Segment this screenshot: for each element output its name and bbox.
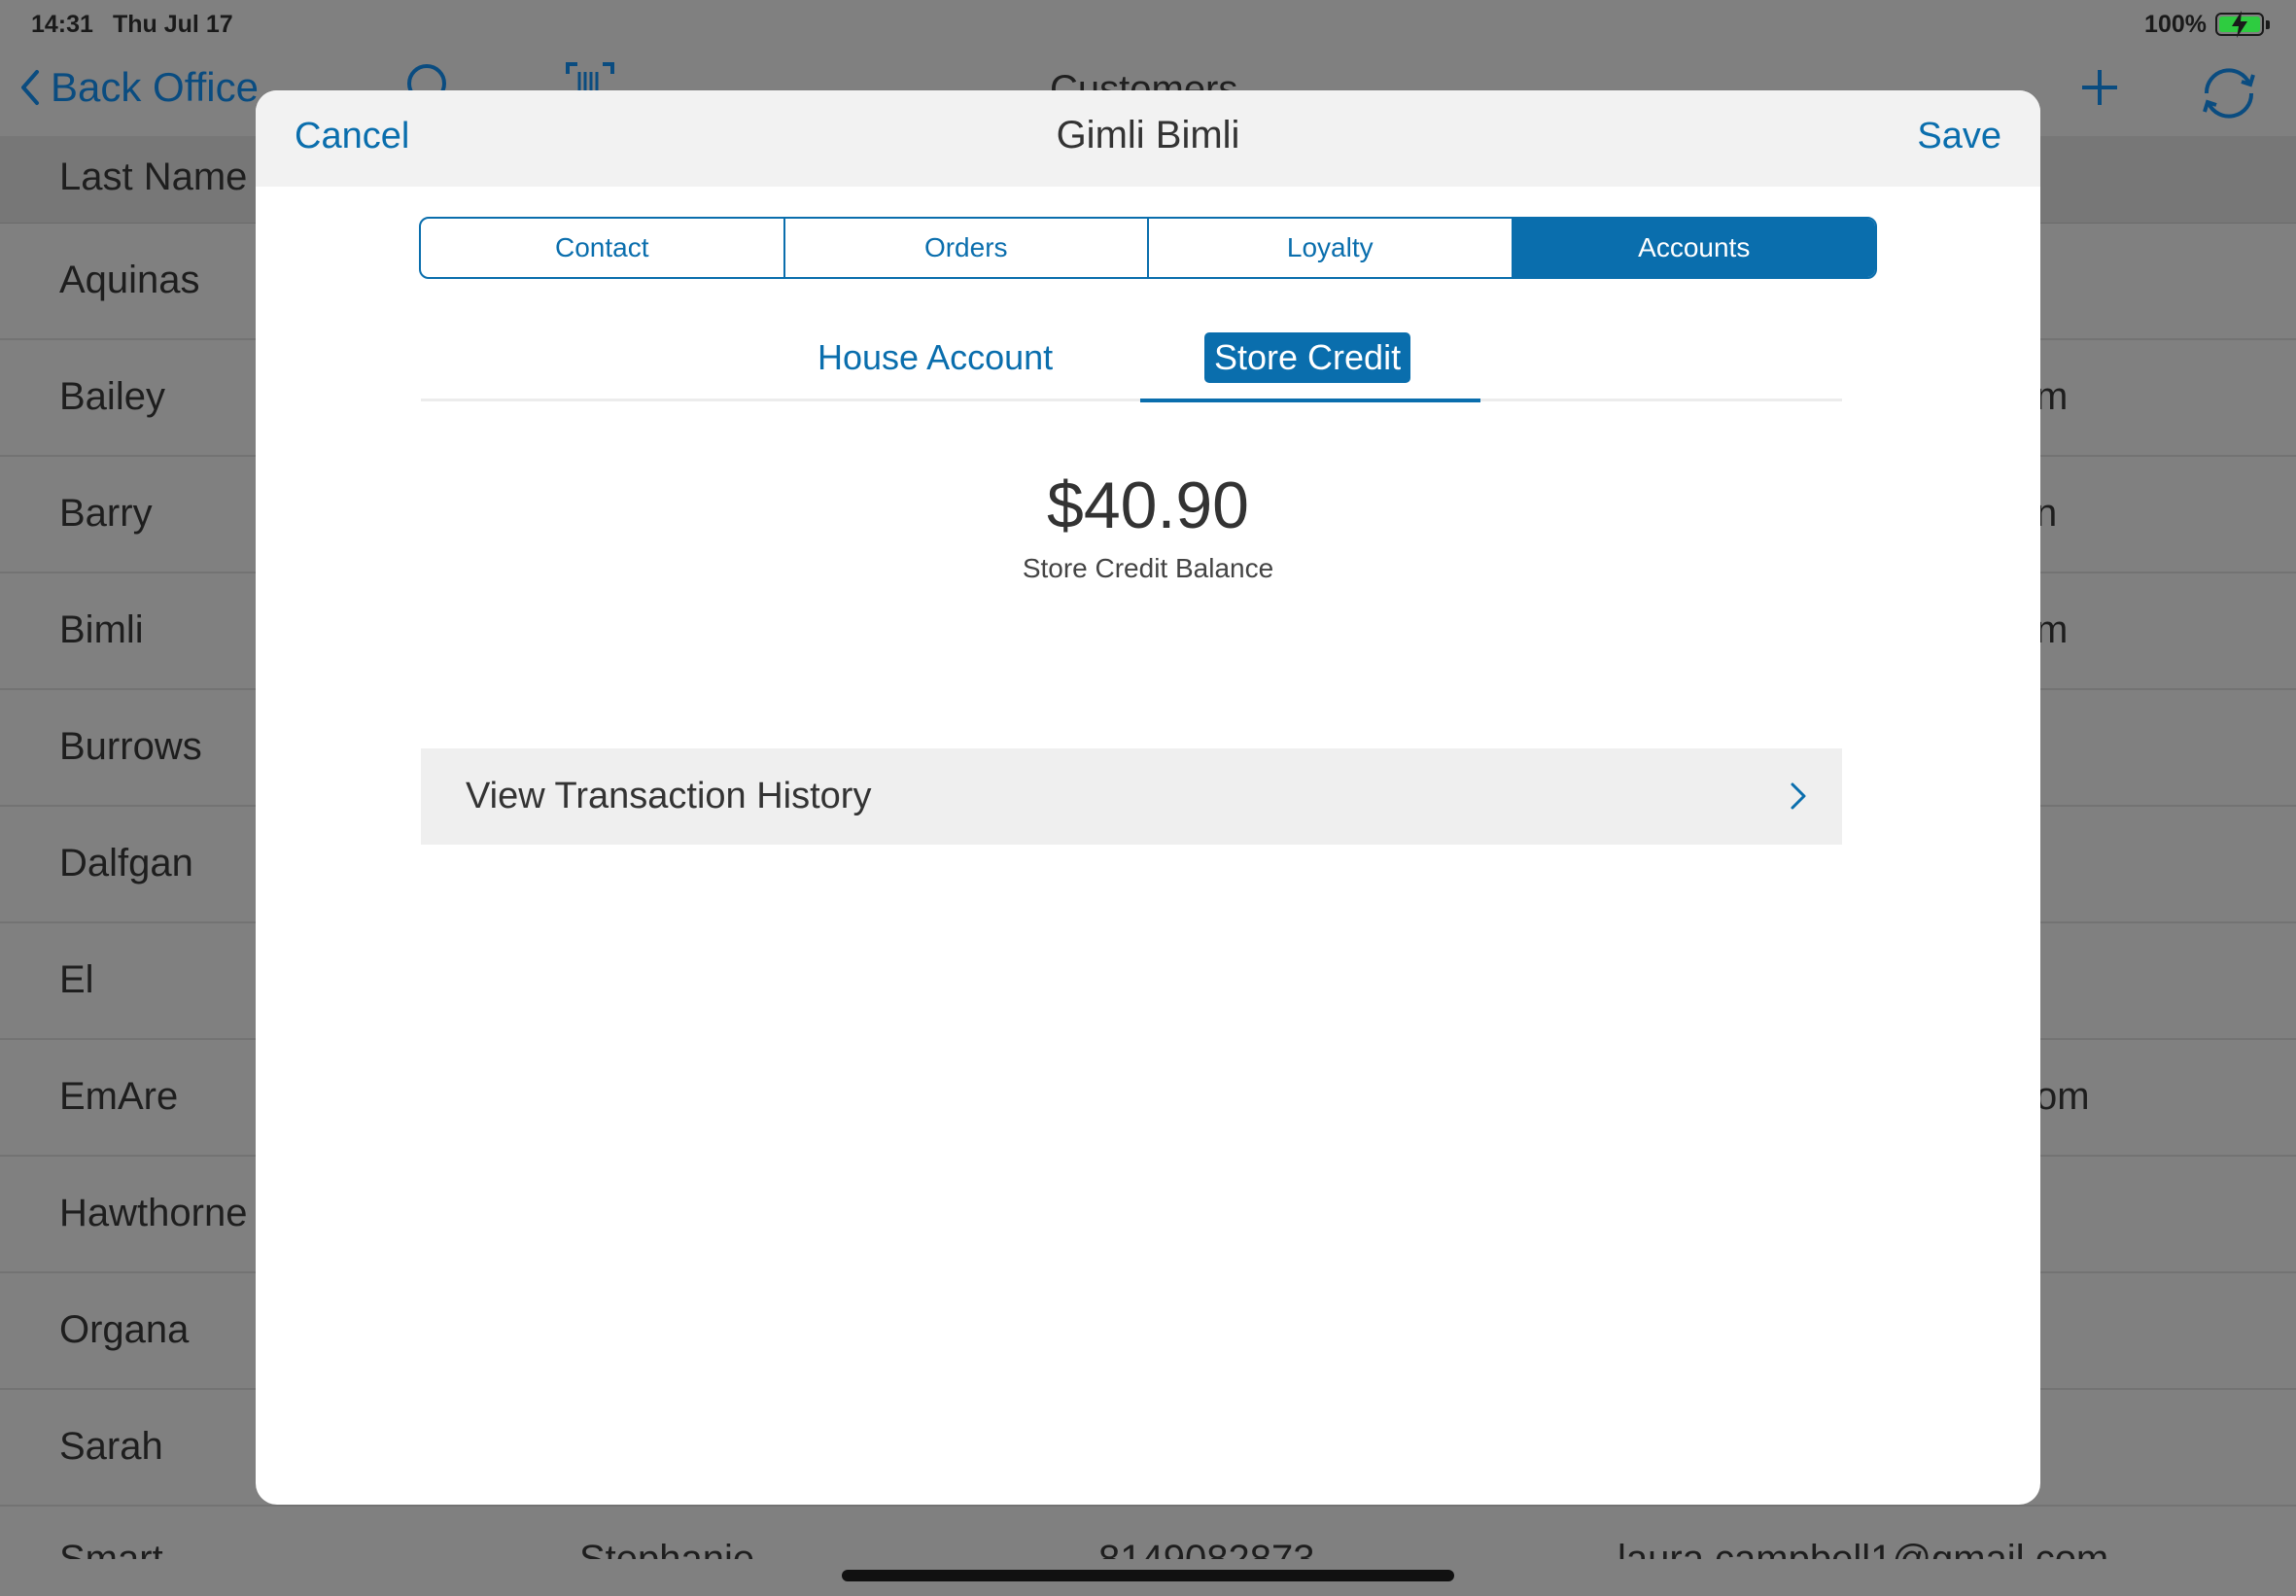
subtabs-divider [421,399,1842,401]
last-name: EmAre [59,1075,179,1118]
last-name: Sarah [59,1425,163,1468]
last-name: Bailey [59,375,165,418]
battery-charging-icon [2215,11,2270,38]
back-button[interactable]: Back Office [17,64,259,111]
subtab-store-credit[interactable]: Store Credit [1204,332,1411,383]
last-name: Burrows [59,725,202,768]
history-label: View Transaction History [466,776,872,816]
modal-header: Cancel Gimli Bimli Save [256,90,2040,187]
tab-orders[interactable]: Orders [785,219,1149,277]
chevron-right-icon [1791,782,1806,810]
view-transaction-history-button[interactable]: View Transaction History [421,748,1842,845]
store-credit-amount: $40.90 [1047,468,1249,542]
column-header-last-name: Last Name [59,156,248,198]
partial-email: laura.campbell1@gmail.com [1618,1538,2109,1559]
last-name: El [59,958,94,1001]
customer-modal: Cancel Gimli Bimli Save Contact Orders L… [256,90,2040,1505]
partial-phone: 8149082873 [1098,1538,1315,1559]
home-indicator[interactable] [842,1570,1454,1581]
store-credit-label: Store Credit Balance [1022,553,1274,583]
subtab-house-account[interactable]: House Account [818,337,1053,378]
tab-accounts[interactable]: Accounts [1513,219,1875,277]
last-name: Dalfgan [59,842,193,885]
plus-icon[interactable] [2080,68,2119,107]
tab-loyalty[interactable]: Loyalty [1149,219,1513,277]
sync-icon[interactable] [2195,64,2263,122]
modal-title: Gimli Bimli [1056,114,1240,156]
partial-last-name: Smart [59,1538,163,1559]
segmented-control: Contact Orders Loyalty Accounts [419,217,1877,279]
screen: 14:31 Thu Jul 17 100% Back Office Custom… [0,0,2296,1596]
account-subtabs: House Account Store Credit [421,332,1842,402]
partial-first-name: Stephanie [579,1538,755,1559]
subtab-selection-indicator [1140,399,1480,402]
battery-percent: 100% [2144,11,2207,38]
last-name: Hawthorne [59,1192,248,1234]
status-date: Thu Jul 17 [113,11,233,38]
row-tail-text: om [2035,1075,2090,1118]
last-name: Organa [59,1308,190,1351]
status-bar: 14:31 Thu Jul 17 100% [0,0,2296,51]
last-name: Aquinas [59,259,200,301]
tab-contact[interactable]: Contact [421,219,785,277]
last-name: Barry [59,492,153,535]
last-name: Bimli [59,608,144,651]
save-button[interactable]: Save [1917,116,2001,157]
chevron-left-icon [21,70,39,105]
back-label: Back Office [51,64,259,110]
status-time: 14:31 [31,11,93,38]
